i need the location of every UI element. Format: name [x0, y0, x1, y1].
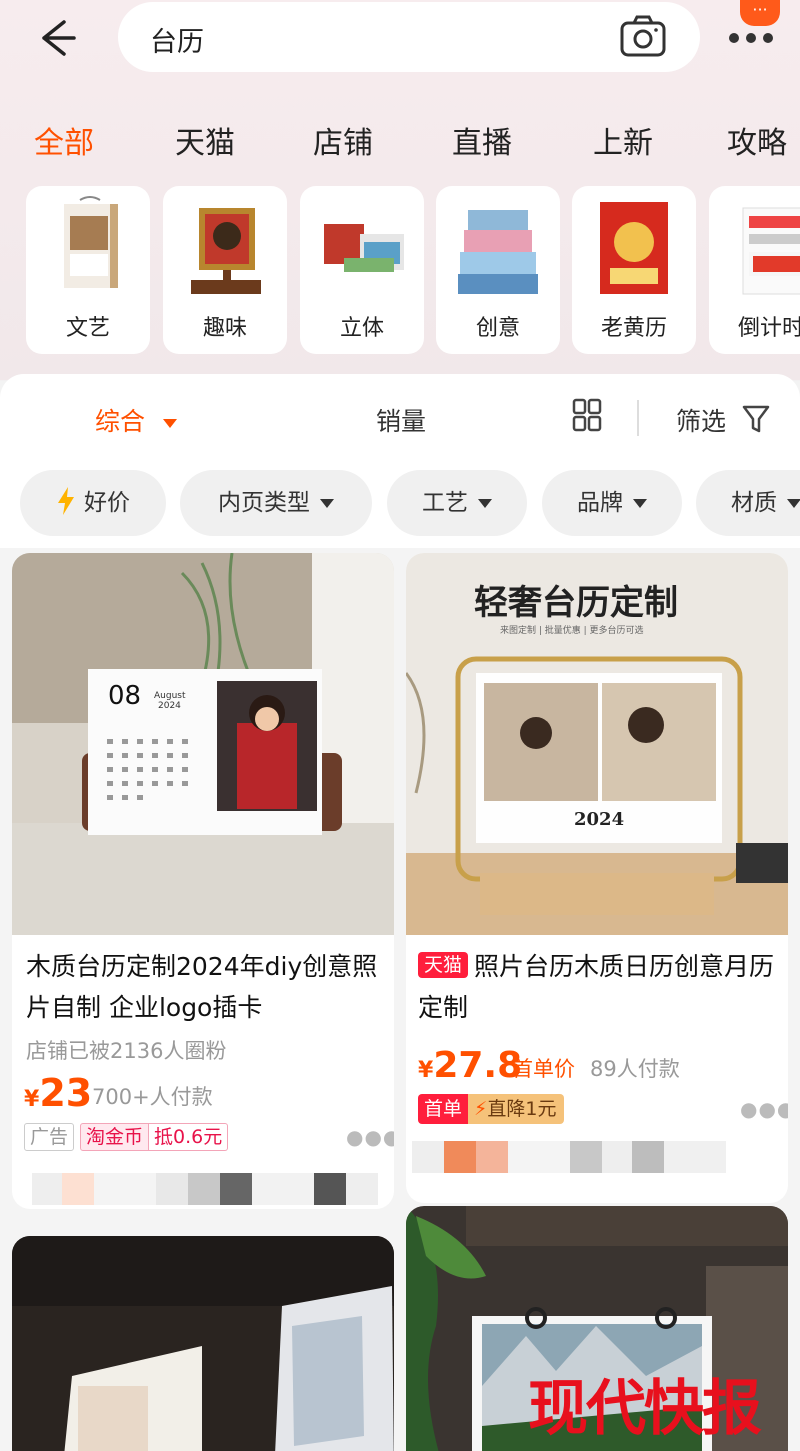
more-options-icon[interactable]: ●●●	[346, 1125, 394, 1149]
price-drop-text: 直降1元	[487, 1098, 557, 1120]
category-chuangyi[interactable]: 创意	[436, 186, 560, 354]
promo-tag: 首单 ⚡直降1元	[418, 1094, 565, 1124]
tab-all[interactable]: 全部	[34, 118, 94, 162]
currency-symbol: ¥	[24, 1087, 40, 1112]
sort-comprehensive-label: 综合	[95, 407, 146, 436]
sales-count: 89人付款	[590, 1057, 680, 1081]
currency-symbol: ¥	[418, 1058, 434, 1083]
image-subheading: 来图定制 | 批量优惠 | 更多台历可选	[500, 626, 644, 636]
image-year: 2024	[158, 701, 181, 711]
product-image: 08 August 2024	[12, 553, 394, 935]
filter-label: 筛选	[676, 407, 727, 436]
category-image	[586, 194, 682, 302]
product-title: 天猫 照片台历木质日历创意月历定制	[418, 946, 780, 1028]
chip-material[interactable]: 材质	[696, 470, 800, 536]
product-card[interactable]: 08 August 2024 木质台历定制2024年diy创意照片自制 企业lo…	[12, 553, 394, 1209]
search-bar[interactable]: 台历	[118, 2, 700, 72]
chip-label: 好价	[84, 490, 130, 516]
lightning-icon	[58, 487, 74, 515]
category-image	[450, 194, 546, 302]
ad-tag: 广告	[24, 1123, 75, 1151]
shop-fans: 店铺已被2136人圈粉	[26, 1039, 227, 1063]
blurred-shop-info	[412, 1141, 726, 1173]
first-order-tag: 首单	[418, 1094, 469, 1124]
image-heading: 轻奢台历定制	[474, 583, 678, 623]
price-value: 23	[39, 1071, 93, 1115]
tab-shops[interactable]: 店铺	[313, 118, 373, 162]
more-options-icon[interactable]: ●●●	[740, 1097, 788, 1121]
back-arrow-icon[interactable]	[34, 16, 78, 60]
image-month-name: August	[154, 691, 186, 701]
chip-craft[interactable]: 工艺	[387, 470, 527, 536]
caret-down-icon	[478, 499, 492, 508]
tab-tmall[interactable]: 天猫	[175, 118, 235, 162]
category-liti[interactable]: 立体	[300, 186, 424, 354]
category-label: 创意	[475, 316, 520, 341]
category-laohuangli[interactable]: 老黄历	[572, 186, 696, 354]
first-order-price-label: 首单价	[512, 1057, 575, 1081]
category-row: 文艺 趣味 立体 创意 老黄历 倒计时	[0, 186, 800, 354]
category-label: 立体	[339, 316, 384, 341]
product-title-text: 照片台历木质日历创意月历定制	[418, 952, 775, 1022]
product-image	[12, 1236, 394, 1451]
product-title: 木质台历定制2024年diy创意照片自制 企业logo插卡	[26, 952, 378, 1022]
sort-filter[interactable]: 筛选	[676, 402, 770, 438]
price-drop-tag: ⚡直降1元	[468, 1094, 565, 1124]
sort-bar: 综合 销量 筛选	[0, 374, 800, 460]
tab-new[interactable]: 上新	[593, 118, 653, 162]
chip-brand[interactable]: 品牌	[542, 470, 682, 536]
result-tabs: 全部 天猫 店铺 直播 上新 攻略	[0, 110, 800, 170]
chip-label: 品牌	[577, 490, 623, 516]
category-image	[314, 194, 410, 302]
chip-label: 工艺	[422, 490, 468, 516]
category-image	[40, 194, 136, 302]
price-value: 27.8	[433, 1045, 523, 1086]
product-price: ¥27.8	[418, 1045, 522, 1086]
coin-tag: 淘金币	[80, 1123, 150, 1151]
watermark-logo: 现代快报	[528, 1374, 762, 1444]
top-bar: 台历 ···	[0, 0, 800, 90]
chip-page-type[interactable]: 内页类型	[180, 470, 372, 536]
category-label: 文艺	[65, 316, 110, 341]
category-label: 倒计时	[737, 316, 800, 341]
category-quwei[interactable]: 趣味	[163, 186, 287, 354]
blurred-shop-info	[32, 1173, 378, 1205]
category-image	[177, 194, 273, 302]
category-image	[723, 194, 800, 302]
sort-comprehensive[interactable]: 综合	[95, 402, 177, 438]
product-price: ¥23	[24, 1071, 92, 1115]
tmall-badge: 天猫	[418, 952, 469, 978]
product-card[interactable]	[12, 1236, 394, 1451]
image-year: 2024	[574, 809, 625, 830]
image-month: 08	[108, 681, 142, 711]
caret-down-icon	[787, 499, 800, 508]
chip-good-price[interactable]: 好价	[20, 470, 166, 536]
tab-guides[interactable]: 攻略	[727, 118, 787, 162]
grid-layout-icon[interactable]	[572, 398, 602, 438]
category-label: 趣味	[202, 316, 247, 341]
search-query[interactable]: 台历	[150, 20, 204, 59]
filter-chips: 好价 内页类型 工艺 品牌 材质	[0, 460, 800, 548]
tab-live[interactable]: 直播	[452, 118, 512, 162]
category-wenyi[interactable]: 文艺	[26, 186, 150, 354]
category-daojishi[interactable]: 倒计时	[709, 186, 800, 354]
product-image: 轻奢台历定制 来图定制 | 批量优惠 | 更多台历可选 2024	[406, 553, 788, 935]
filter-icon	[742, 405, 770, 433]
notification-badge: ···	[740, 0, 780, 26]
sales-count: 700+人付款	[92, 1085, 213, 1109]
category-label: 老黄历	[600, 316, 667, 341]
chip-label: 材质	[731, 490, 777, 516]
divider	[637, 400, 639, 436]
caret-down-icon	[162, 418, 177, 428]
camera-icon[interactable]	[618, 14, 668, 60]
tag-row: 广告 淘金币 抵0.6元	[24, 1123, 229, 1151]
lightning-icon: ⚡	[474, 1098, 488, 1120]
discount-tag: 抵0.6元	[149, 1123, 229, 1151]
sort-sales[interactable]: 销量	[376, 402, 426, 438]
product-card[interactable]: 轻奢台历定制 来图定制 | 批量优惠 | 更多台历可选 2024 天猫 照片台历木…	[406, 553, 788, 1203]
caret-down-icon	[320, 499, 334, 508]
chip-label: 内页类型	[218, 490, 310, 516]
caret-down-icon	[633, 499, 647, 508]
